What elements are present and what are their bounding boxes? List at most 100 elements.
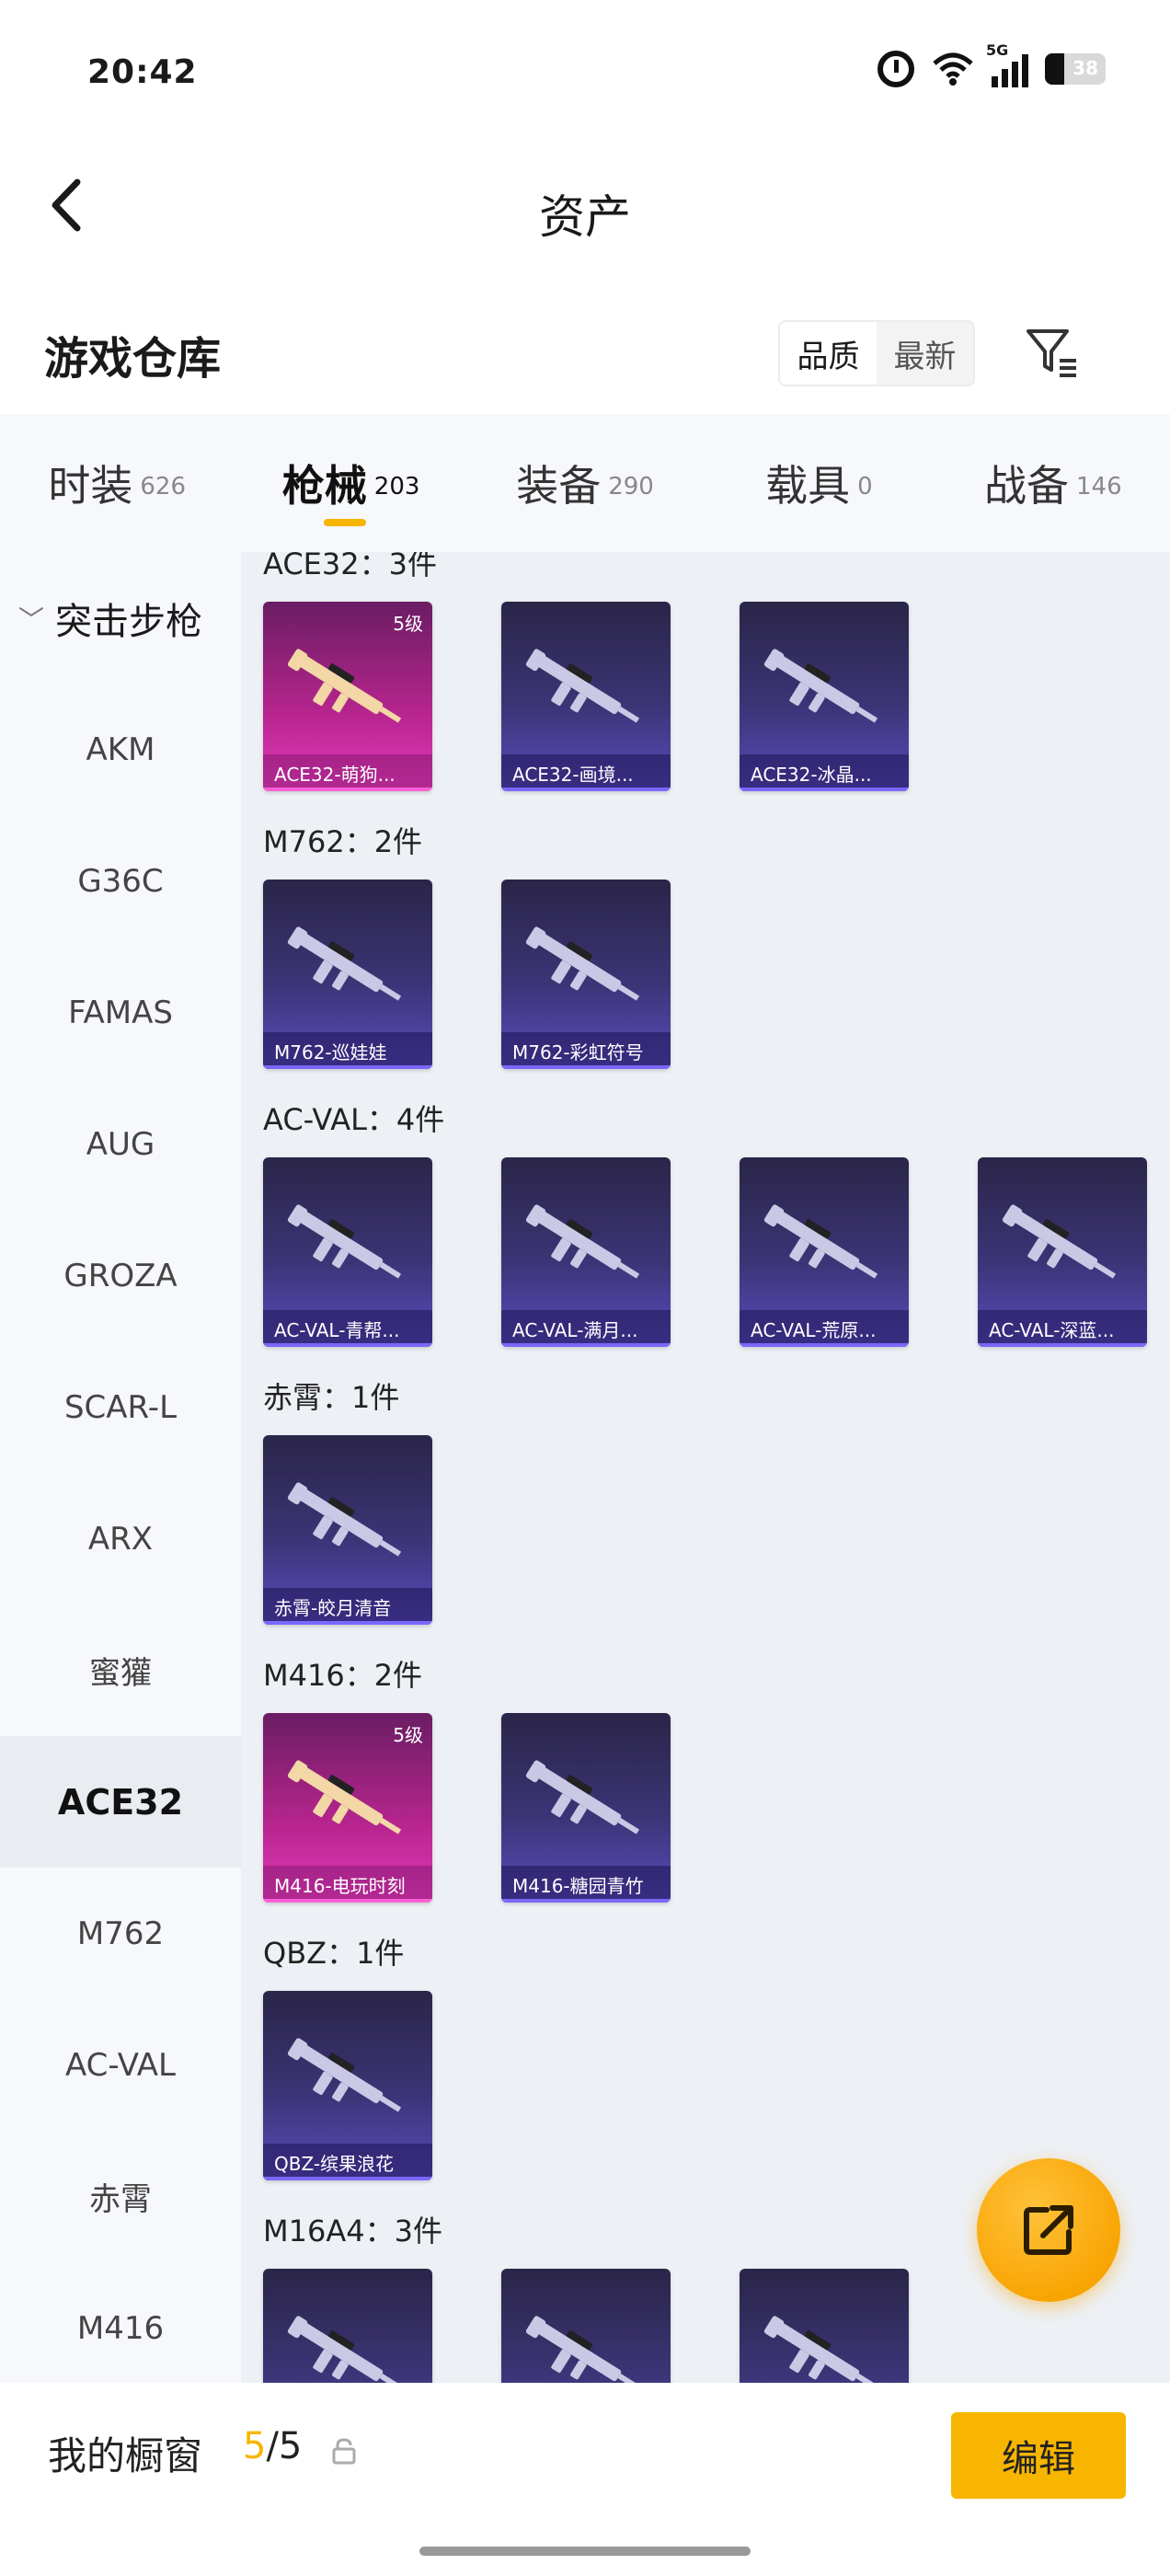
weapon-skin-card[interactable]: ACE32-冰晶...	[740, 602, 909, 791]
signal-icon: 5G	[986, 41, 1028, 87]
rifle-icon	[283, 1472, 412, 1573]
wifi-icon	[933, 52, 973, 86]
weapon-skin-card[interactable]: AC-VAL-荒原...	[740, 1157, 909, 1347]
sidebar-item-m762[interactable]: M762	[0, 1868, 241, 1999]
rifle-icon	[283, 1194, 412, 1295]
chevron-down-icon: ﹀	[18, 604, 45, 635]
rifle-icon	[522, 638, 650, 740]
rarity-edge	[740, 1343, 909, 1347]
skin-name: M762-彩虹符号	[501, 1032, 671, 1069]
weapon-sidebar: ﹀ 突击步枪 AKM G36C FAMAS AUG GROZA SCAR-L A…	[0, 552, 241, 2383]
skin-level-badge: 5级	[393, 613, 423, 635]
rarity-edge	[978, 1343, 1147, 1347]
skin-name: ACE32-萌狗...	[263, 754, 432, 791]
section-title: ACE32：3件	[263, 552, 437, 581]
weapon-skin-card[interactable]	[501, 2269, 671, 2383]
weapon-skin-card[interactable]	[263, 2269, 432, 2383]
rarity-edge	[501, 1343, 671, 1347]
rarity-edge	[263, 1343, 432, 1347]
category-tabs: 时装 626 枪械 203 装备 290 载具 0 战备 146	[0, 414, 1170, 552]
rifle-icon	[998, 1194, 1127, 1295]
status-icons: 5G 38	[878, 41, 1106, 87]
weapon-grid: ACE32：3件 5级 ACE32-萌狗... ACE32-画境... ACE32-冰晶…	[241, 552, 1170, 2383]
network-type: 5G	[986, 41, 1009, 59]
skin-level-badge: 5级	[393, 1724, 423, 1746]
tab-count: 290	[608, 473, 654, 500]
section-title: M416：2件	[263, 1658, 423, 1693]
skin-name: ACE32-画境...	[501, 754, 671, 791]
tab-count: 146	[1076, 473, 1122, 500]
rarity-edge	[501, 1065, 671, 1069]
tab-vehicles[interactable]: 载具 0	[702, 414, 935, 552]
rarity-edge	[501, 1899, 671, 1903]
tab-supplies[interactable]: 战备 146	[936, 414, 1170, 552]
rarity-edge	[263, 1065, 432, 1069]
section-title: 赤霄：1件	[263, 1380, 400, 1415]
weapon-skin-card[interactable]: 5级 ACE32-萌狗...	[263, 602, 432, 791]
tab-label: 装备	[516, 461, 602, 511]
tab-equipment[interactable]: 装备 290	[468, 414, 702, 552]
weapon-skin-card[interactable]	[740, 2269, 909, 2383]
share-button[interactable]	[977, 2158, 1120, 2302]
weapon-skin-card[interactable]: AC-VAL-满月...	[501, 1157, 671, 1347]
sidebar-item-ac-val[interactable]: AC-VAL	[0, 1999, 241, 2131]
rifle-icon	[283, 2306, 412, 2383]
sort-latest-button[interactable]: 最新	[877, 322, 973, 385]
filter-icon[interactable]	[1023, 324, 1080, 381]
tab-count: 626	[140, 473, 187, 500]
weapon-skin-card[interactable]: AC-VAL-深蓝...	[978, 1157, 1147, 1347]
sidebar-item-m416[interactable]: M416	[0, 2262, 241, 2383]
share-icon	[1024, 2205, 1073, 2255]
section-title: M762：2件	[263, 824, 423, 859]
weapon-skin-card[interactable]: QBZ-缤果浪花	[263, 1991, 432, 2180]
sidebar-item-scar-l[interactable]: SCAR-L	[0, 1341, 241, 1473]
skin-name: M416-糖园青竹	[501, 1866, 671, 1903]
rifle-icon	[760, 2306, 889, 2383]
sidebar-group-assault-rifles[interactable]: ﹀ 突击步枪	[0, 552, 241, 684]
sidebar-item-g36c[interactable]: G36C	[0, 815, 241, 947]
tab-fashion[interactable]: 时装 626	[0, 414, 234, 552]
weapon-skin-card[interactable]: M762-巡娃娃	[263, 880, 432, 1069]
sort-quality-button[interactable]: 品质	[780, 322, 877, 385]
weapon-skin-card[interactable]: M416-糖园青竹	[501, 1713, 671, 1903]
skin-name: M416-电玩时刻	[263, 1866, 432, 1903]
skin-name: AC-VAL-深蓝...	[978, 1310, 1147, 1347]
rarity-edge	[740, 788, 909, 791]
rarity-edge	[263, 1621, 432, 1625]
sidebar-item-arx[interactable]: ARX	[0, 1473, 241, 1604]
sidebar-item-honey-badger[interactable]: 蜜獾	[0, 1604, 241, 1736]
skin-name: QBZ-缤果浪花	[263, 2144, 432, 2180]
weapon-skin-card[interactable]: 赤霄-皎月清音	[263, 1435, 432, 1625]
skin-name: AC-VAL-荒原...	[740, 1310, 909, 1347]
rifle-icon	[760, 638, 889, 740]
sidebar-item-aug[interactable]: AUG	[0, 1078, 241, 1210]
showcase-count: 5/5	[243, 2425, 302, 2467]
showcase-total: /5	[266, 2425, 303, 2467]
weapon-skin-card[interactable]: M762-彩虹符号	[501, 880, 671, 1069]
skin-name: 赤霄-皎月清音	[263, 1588, 432, 1625]
weapon-skin-card[interactable]: AC-VAL-青帮...	[263, 1157, 432, 1347]
weapon-skin-card[interactable]: 5级 M416-电玩时刻	[263, 1713, 432, 1903]
battery-icon: 38	[1045, 53, 1106, 85]
battery-level: 38	[1072, 57, 1098, 79]
sidebar-item-chixiao[interactable]: 赤霄	[0, 2131, 241, 2262]
sidebar-item-ace32[interactable]: ACE32	[0, 1736, 241, 1868]
sort-toggle: 品质 最新	[778, 320, 975, 386]
section-title: QBZ：1件	[263, 1936, 405, 1971]
tab-guns[interactable]: 枪械 203	[234, 414, 467, 552]
tab-label: 时装	[48, 461, 133, 511]
rarity-edge	[263, 1899, 432, 1903]
tab-label: 战备	[984, 461, 1069, 511]
rifle-icon	[522, 1194, 650, 1295]
sidebar-item-akm[interactable]: AKM	[0, 684, 241, 815]
weapon-skin-card[interactable]: ACE32-画境...	[501, 602, 671, 791]
rifle-icon	[522, 2306, 650, 2383]
sidebar-item-groza[interactable]: GROZA	[0, 1210, 241, 1341]
status-time: 20:42	[87, 53, 198, 91]
rarity-edge	[501, 788, 671, 791]
rifle-icon	[760, 1194, 889, 1295]
sidebar-item-famas[interactable]: FAMAS	[0, 947, 241, 1078]
edit-button[interactable]: 编辑	[951, 2412, 1126, 2499]
tab-count: 0	[857, 473, 873, 500]
alarm-icon	[878, 51, 914, 87]
